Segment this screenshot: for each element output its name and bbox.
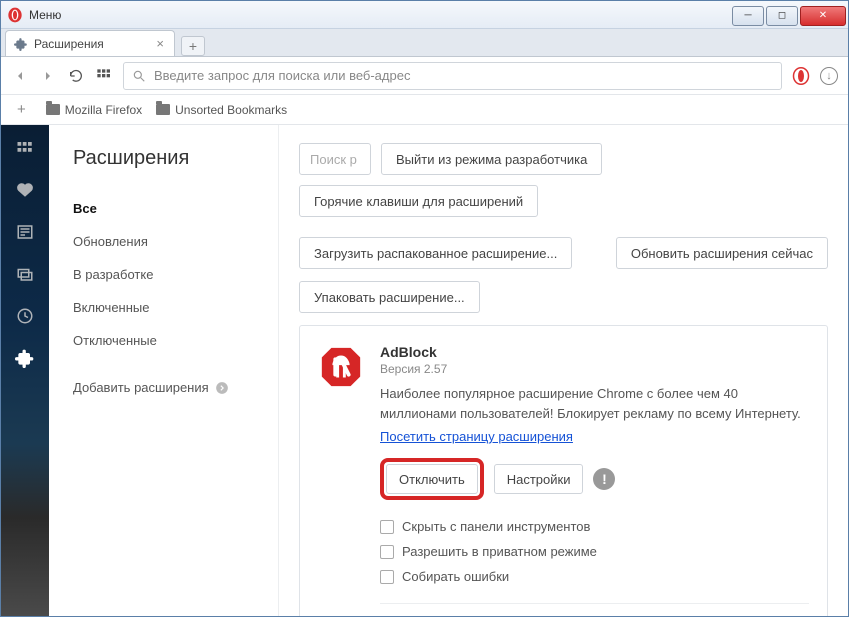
option-label: Скрыть с панели инструментов bbox=[402, 519, 590, 534]
bookmark-folder-firefox[interactable]: Mozilla Firefox bbox=[46, 103, 142, 117]
window-titlebar: Меню ─ ◻ ✕ bbox=[1, 1, 848, 29]
search-extensions-input[interactable]: Поиск р bbox=[299, 143, 371, 175]
chevron-right-icon bbox=[215, 381, 229, 395]
folder-icon bbox=[156, 104, 170, 115]
add-extensions-label: Добавить расширения bbox=[73, 380, 209, 395]
load-unpacked-button[interactable]: Загрузить распакованное расширение... bbox=[299, 237, 572, 269]
option-collect-errors[interactable]: Собирать ошибки bbox=[380, 564, 809, 589]
category-updates[interactable]: Обновления bbox=[73, 225, 278, 258]
checkbox-icon bbox=[380, 520, 394, 534]
tab-extensions[interactable]: Расширения × bbox=[5, 30, 175, 56]
main-area: Расширения Все Обновления В разработке В… bbox=[1, 125, 848, 616]
page-title: Расширения bbox=[73, 147, 278, 170]
forward-button[interactable] bbox=[39, 67, 57, 85]
update-now-button[interactable]: Обновить расширения сейчас bbox=[616, 237, 828, 269]
checkbox-icon bbox=[380, 570, 394, 584]
add-bookmark-button[interactable]: + bbox=[11, 101, 32, 118]
option-label: Собирать ошибки bbox=[402, 569, 509, 584]
folder-icon bbox=[46, 104, 60, 115]
sidebar-bookmarks-icon[interactable] bbox=[14, 179, 36, 201]
extension-version: Версия 2.57 bbox=[380, 362, 809, 376]
disable-button[interactable]: Отключить bbox=[386, 464, 478, 494]
bookmark-label: Mozilla Firefox bbox=[65, 103, 142, 117]
adblock-icon bbox=[318, 344, 364, 390]
category-all[interactable]: Все bbox=[73, 192, 278, 225]
option-label: Разрешить в приватном режиме bbox=[402, 544, 597, 559]
page-sidebar: Расширения Все Обновления В разработке В… bbox=[49, 125, 279, 616]
option-hide-from-toolbar[interactable]: Скрыть с панели инструментов bbox=[380, 514, 809, 539]
checkbox-icon bbox=[380, 545, 394, 559]
address-placeholder: Введите запрос для поиска или веб-адрес bbox=[154, 68, 410, 83]
minimize-button[interactable]: ─ bbox=[732, 6, 764, 26]
category-enabled[interactable]: Включенные bbox=[73, 291, 278, 324]
sidebar-history-icon[interactable] bbox=[14, 305, 36, 327]
extension-description: Наиболее популярное расширение Chrome с … bbox=[380, 384, 809, 423]
reload-button[interactable] bbox=[67, 67, 85, 85]
exit-dev-mode-button[interactable]: Выйти из режима разработчика bbox=[381, 143, 602, 175]
category-disabled[interactable]: Отключенные bbox=[73, 324, 278, 357]
sidebar-extensions-icon[interactable] bbox=[14, 347, 36, 369]
bookmark-folder-unsorted[interactable]: Unsorted Bookmarks bbox=[156, 103, 287, 117]
puzzle-icon bbox=[14, 37, 28, 51]
close-button[interactable]: ✕ bbox=[800, 6, 846, 26]
highlight-annotation: Отключить bbox=[380, 458, 484, 500]
left-sidebar bbox=[1, 125, 49, 616]
visit-extension-page-link[interactable]: Посетить страницу расширения bbox=[380, 429, 573, 444]
bookmark-label: Unsorted Bookmarks bbox=[175, 103, 287, 117]
extension-card-adblock: AdBlock Версия 2.57 Наиболее популярное … bbox=[299, 325, 828, 616]
opera-menu-icon[interactable] bbox=[792, 67, 810, 85]
downloads-button[interactable]: ↓ bbox=[820, 67, 838, 85]
add-extensions-link[interactable]: Добавить расширения bbox=[73, 371, 278, 404]
settings-button[interactable]: Настройки bbox=[494, 464, 584, 494]
extension-name: AdBlock bbox=[380, 344, 809, 360]
category-dev[interactable]: В разработке bbox=[73, 258, 278, 291]
page-content: Поиск р Выйти из режима разработчика Гор… bbox=[279, 125, 848, 616]
tab-strip: Расширения × + bbox=[1, 29, 848, 57]
maximize-button[interactable]: ◻ bbox=[766, 6, 798, 26]
hotkeys-button[interactable]: Горячие клавиши для расширений bbox=[299, 185, 538, 217]
opera-logo-icon bbox=[7, 7, 23, 23]
search-icon bbox=[132, 69, 146, 83]
extensions-page: Расширения Все Обновления В разработке В… bbox=[49, 125, 848, 616]
nav-toolbar: Введите запрос для поиска или веб-адрес … bbox=[1, 57, 848, 95]
bookmarks-bar: + Mozilla Firefox Unsorted Bookmarks bbox=[1, 95, 848, 125]
back-button[interactable] bbox=[11, 67, 29, 85]
option-allow-private[interactable]: Разрешить в приватном режиме bbox=[380, 539, 809, 564]
sidebar-speeddial-icon[interactable] bbox=[14, 137, 36, 159]
tab-close-icon[interactable]: × bbox=[154, 36, 166, 51]
info-icon[interactable]: ! bbox=[593, 468, 615, 490]
sidebar-news-icon[interactable] bbox=[14, 221, 36, 243]
sidebar-tabs-icon[interactable] bbox=[14, 263, 36, 285]
tab-label: Расширения bbox=[34, 37, 104, 51]
speeddial-button[interactable] bbox=[95, 67, 113, 85]
pack-extension-button[interactable]: Упаковать расширение... bbox=[299, 281, 480, 313]
menu-button[interactable]: Меню bbox=[29, 8, 61, 22]
address-bar[interactable]: Введите запрос для поиска или веб-адрес bbox=[123, 62, 782, 90]
new-tab-button[interactable]: + bbox=[181, 36, 205, 56]
